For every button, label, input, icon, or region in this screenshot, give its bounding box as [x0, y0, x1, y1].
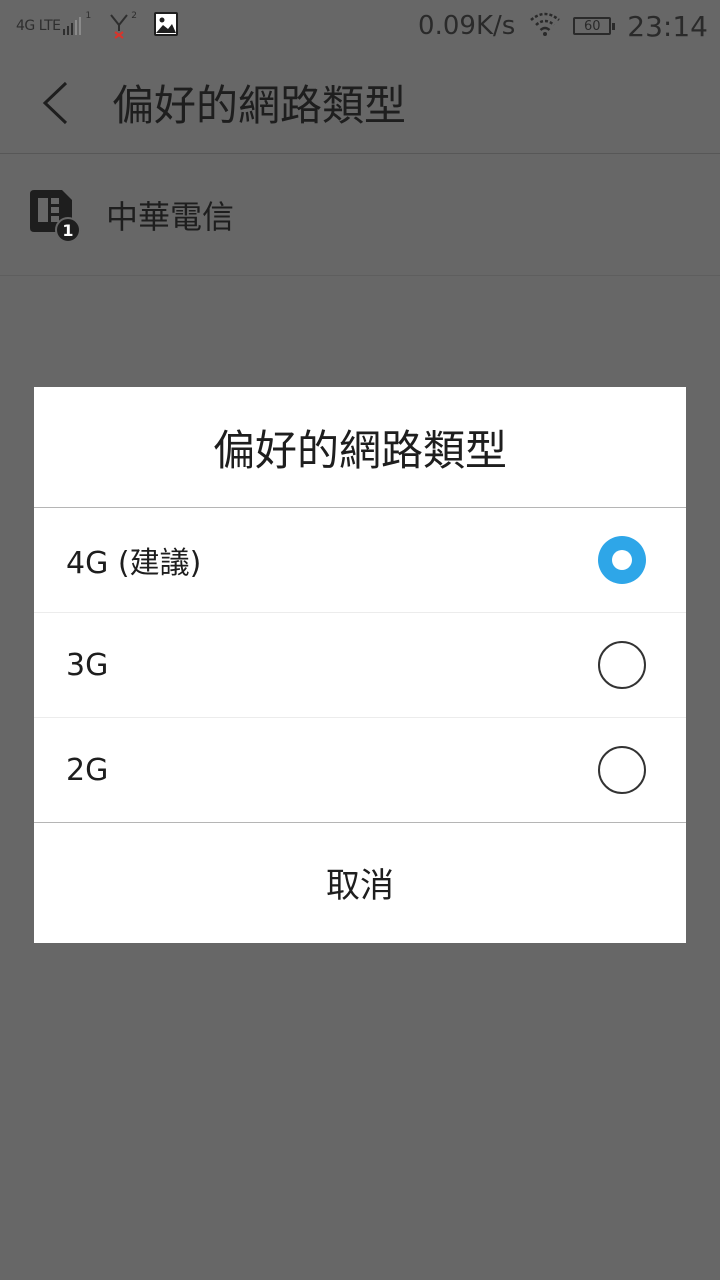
radio-selected-icon[interactable]	[598, 536, 646, 584]
option-4g[interactable]: 4G (建議)	[34, 508, 686, 613]
radio-unselected-icon[interactable]	[598, 641, 646, 689]
option-2g[interactable]: 2G	[34, 718, 686, 823]
battery-level: 60	[584, 18, 601, 34]
app-header: 偏好的網路類型	[0, 52, 720, 154]
status-bar-right: 0.09K/s 60 23:14	[418, 10, 708, 43]
clock: 23:14	[627, 9, 708, 43]
sim2-badge: 2	[131, 11, 137, 21]
sim-no-signal-icon	[109, 13, 129, 39]
status-bar: 4G LTE 1 2 0.09K/s 60 23:14	[0, 0, 720, 52]
sim-badge-number: 1	[62, 221, 73, 240]
cancel-button[interactable]: 取消	[34, 823, 686, 941]
network-type-label: 4G LTE	[16, 18, 61, 34]
option-label: 4G (建議)	[66, 546, 202, 581]
network-type-dialog: 偏好的網路類型 4G (建議) 3G 2G 取消	[34, 387, 686, 943]
page-title: 偏好的網路類型	[112, 81, 407, 130]
status-bar-left: 4G LTE 1 2	[16, 11, 179, 41]
back-arrow-icon[interactable]	[40, 80, 70, 126]
signal-icon	[63, 17, 83, 35]
wifi-icon	[529, 12, 561, 40]
option-3g[interactable]: 3G	[34, 613, 686, 718]
dialog-title: 偏好的網路類型	[34, 387, 686, 508]
radio-unselected-icon[interactable]	[598, 746, 646, 794]
picture-icon	[153, 11, 179, 41]
sim1-badge: 1	[85, 11, 92, 21]
battery-icon: 60	[573, 17, 616, 35]
sim-card-icon: 1	[26, 188, 82, 244]
carrier-row[interactable]: 1 中華電信	[0, 154, 720, 276]
network-speed: 0.09K/s	[418, 11, 516, 41]
option-label: 2G	[66, 752, 109, 788]
option-label: 3G	[66, 647, 109, 683]
carrier-name: 中華電信	[106, 198, 235, 236]
